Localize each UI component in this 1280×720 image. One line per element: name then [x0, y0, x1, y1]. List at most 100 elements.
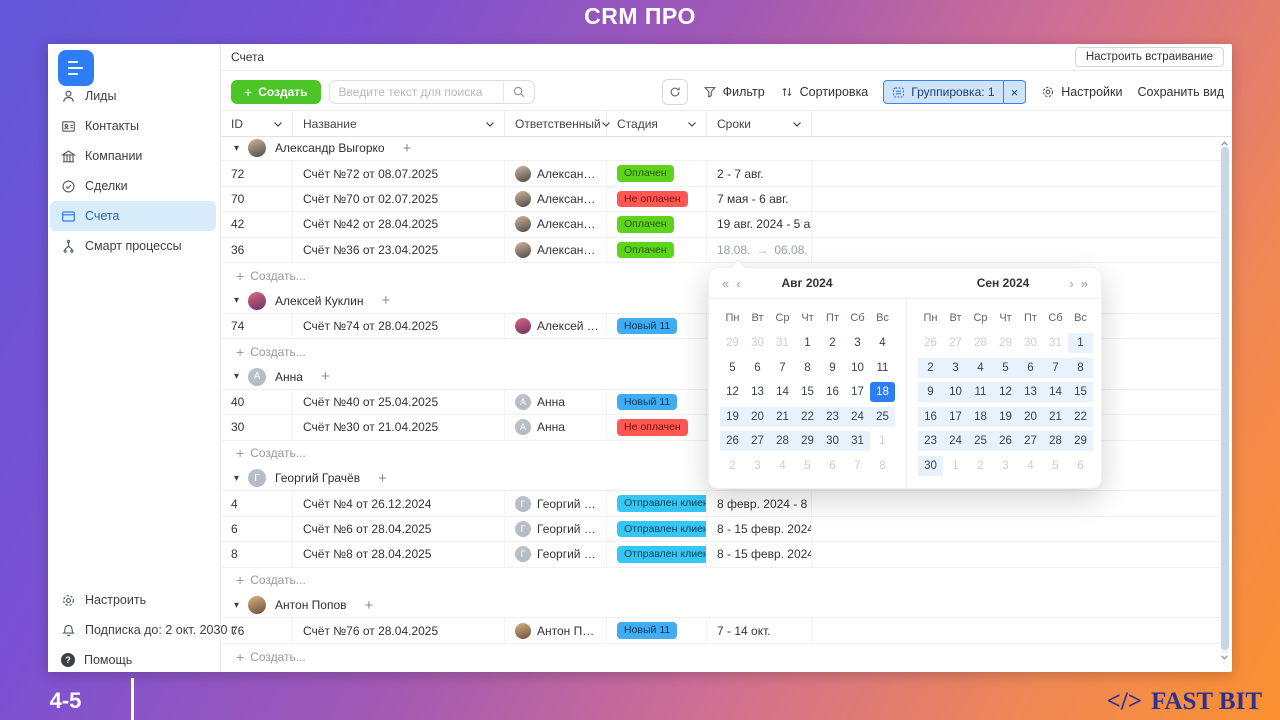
- stage-badge[interactable]: Отправлен клиенту: [617, 495, 706, 512]
- cell-title[interactable]: Счёт №42 от 28.04.2025: [293, 212, 505, 237]
- calendar-day[interactable]: 10: [943, 380, 968, 405]
- calendar-day[interactable]: 18: [870, 380, 895, 405]
- cell-id[interactable]: 8: [221, 542, 293, 567]
- group-header-row[interactable]: ▾ Антон Попов +: [221, 593, 1232, 619]
- scrollbar-thumb[interactable]: [1221, 147, 1229, 650]
- cell-id[interactable]: 76: [221, 618, 293, 643]
- add-in-group-button[interactable]: +: [378, 470, 387, 487]
- cell-responsible[interactable]: А Анна: [505, 389, 607, 415]
- calendar-day[interactable]: 21: [1043, 405, 1068, 430]
- cell-title[interactable]: Счёт №70 от 02.07.2025: [293, 186, 505, 212]
- calendar-day[interactable]: 8: [795, 356, 820, 381]
- calendar-day[interactable]: 28: [968, 331, 993, 356]
- calendar-day[interactable]: 2: [918, 356, 943, 381]
- sidebar-item-0[interactable]: Лиды: [50, 81, 216, 111]
- cell-stage[interactable]: Не оплачен: [607, 415, 707, 440]
- date-range[interactable]: 7 - 14 окт.: [717, 624, 771, 638]
- sidebar-item-3[interactable]: Сделки: [50, 171, 216, 201]
- sidebar-item-4[interactable]: Счета: [50, 201, 216, 231]
- calendar-day[interactable]: 13: [1018, 380, 1043, 405]
- cell-title[interactable]: Счёт №8 от 28.04.2025: [293, 542, 505, 567]
- calendar-day[interactable]: 9: [918, 380, 943, 405]
- date-range-editor[interactable]: 18.08. → 06.08.: [717, 243, 811, 257]
- invoice-row[interactable]: 42Счёт №42 от 28.04.2025Александр В... Оп…: [221, 212, 1232, 238]
- calendar-day[interactable]: 29: [993, 331, 1018, 356]
- calendar-day[interactable]: 5: [720, 356, 745, 381]
- calendar-day[interactable]: 31: [845, 429, 870, 454]
- calendar-day[interactable]: 1: [795, 331, 820, 356]
- calendar-day[interactable]: 31: [1043, 331, 1068, 356]
- cell-dates[interactable]: 18.08. → 06.08.: [707, 237, 812, 262]
- date-range[interactable]: 8 февр. 2024 - 8 а...: [717, 497, 811, 511]
- invoice-row[interactable]: 6Счёт №6 от 28.04.2025ГГеоргий Грачёв Отп…: [221, 516, 1232, 543]
- calendar-day[interactable]: 3: [745, 454, 770, 479]
- add-in-group-button[interactable]: +: [382, 292, 391, 309]
- cell-responsible[interactable]: Антон Попов: [505, 618, 607, 643]
- cell-dates[interactable]: 8 февр. 2024 - 8 а...: [707, 491, 812, 516]
- add-in-group-button[interactable]: +: [365, 597, 374, 614]
- cell-stage[interactable]: Отправлен клиенту: [607, 516, 707, 542]
- cell-title[interactable]: Счёт №40 от 25.04.2025: [293, 389, 505, 415]
- cell-responsible[interactable]: Алексей Кукл...: [505, 313, 607, 339]
- cell-stage[interactable]: Оплачен: [607, 212, 707, 237]
- cell-title[interactable]: Счёт №4 от 26.12.2024: [293, 491, 505, 516]
- calendar-day[interactable]: 4: [1018, 454, 1043, 479]
- invoice-row[interactable]: 70Счёт №70 от 02.07.2025Александр В... Не…: [221, 186, 1232, 213]
- calendar-day[interactable]: 3: [943, 356, 968, 381]
- add-in-group-button[interactable]: +: [403, 140, 412, 157]
- calendar-day[interactable]: 30: [918, 454, 943, 479]
- column-header-dates[interactable]: Сроки: [707, 111, 812, 136]
- cell-responsible[interactable]: Александр В...: [505, 186, 607, 212]
- stage-badge[interactable]: Не оплачен: [617, 419, 688, 436]
- search-icon[interactable]: [502, 81, 534, 103]
- calendar-day[interactable]: 30: [1018, 331, 1043, 356]
- calendar-day[interactable]: 8: [1068, 356, 1093, 381]
- calendar-day[interactable]: 19: [720, 405, 745, 430]
- cell-title[interactable]: Счёт №74 от 28.04.2025: [293, 313, 505, 339]
- create-invoice-row[interactable]: + Создать...: [221, 644, 1232, 669]
- create-button[interactable]: + Создать: [231, 80, 321, 104]
- cell-dates[interactable]: 2 - 7 авг.: [707, 161, 812, 186]
- cell-id[interactable]: 40: [221, 389, 293, 415]
- calendar-day[interactable]: 9: [820, 356, 845, 381]
- cell-stage[interactable]: Не оплачен: [607, 186, 707, 212]
- column-header-responsible[interactable]: Ответственный: [505, 111, 610, 136]
- grouping-close-icon[interactable]: ×: [1002, 81, 1026, 103]
- calendar-day[interactable]: 23: [820, 405, 845, 430]
- calendar-day[interactable]: 14: [770, 380, 795, 405]
- cell-stage[interactable]: Новый 11: [607, 618, 707, 643]
- calendar-day[interactable]: 5: [795, 454, 820, 479]
- cell-dates[interactable]: 7 мая - 6 авг.: [707, 186, 812, 212]
- calendar-day[interactable]: 11: [870, 356, 895, 381]
- chevron-down-icon[interactable]: [273, 120, 283, 128]
- calendar-day[interactable]: 6: [1018, 356, 1043, 381]
- group-header-row[interactable]: ▾ Александр Выгорко +: [221, 136, 1232, 162]
- cell-responsible[interactable]: ГГеоргий Грачёв: [505, 491, 607, 516]
- calendar-day[interactable]: 20: [745, 405, 770, 430]
- cell-dates[interactable]: 19 авг. 2024 - 5 ав...: [707, 212, 812, 237]
- calendar-day[interactable]: 12: [993, 380, 1018, 405]
- date-range[interactable]: 2 - 7 авг.: [717, 167, 764, 181]
- vertical-scrollbar[interactable]: [1221, 145, 1229, 654]
- calendar-day[interactable]: 31: [770, 331, 795, 356]
- settings-button[interactable]: Настройки: [1041, 85, 1122, 99]
- date-range[interactable]: 8 - 15 февр. 2024: [717, 547, 811, 561]
- calendar-day[interactable]: 30: [745, 331, 770, 356]
- calendar-day[interactable]: 17: [943, 405, 968, 430]
- stage-badge[interactable]: Новый 11: [617, 317, 678, 335]
- column-header-stage[interactable]: Стадия: [607, 111, 707, 136]
- calendar-day[interactable]: 12: [720, 380, 745, 405]
- calendar-day[interactable]: 24: [943, 429, 968, 454]
- calendar-day[interactable]: 29: [720, 331, 745, 356]
- column-header-title[interactable]: Название: [293, 111, 505, 136]
- cell-title[interactable]: Счёт №30 от 21.04.2025: [293, 415, 505, 440]
- cell-stage[interactable]: Отправлен клиенту: [607, 491, 707, 516]
- calendar-day[interactable]: 1: [1068, 331, 1093, 356]
- calendar-day[interactable]: 24: [845, 405, 870, 430]
- cell-id[interactable]: 30: [221, 415, 293, 440]
- calendar-day[interactable]: 29: [795, 429, 820, 454]
- collapse-triangle-icon[interactable]: ▾: [234, 143, 239, 154]
- scroll-down-icon[interactable]: [1220, 648, 1229, 666]
- calendar-day[interactable]: 2: [720, 454, 745, 479]
- calendar-day[interactable]: 7: [845, 454, 870, 479]
